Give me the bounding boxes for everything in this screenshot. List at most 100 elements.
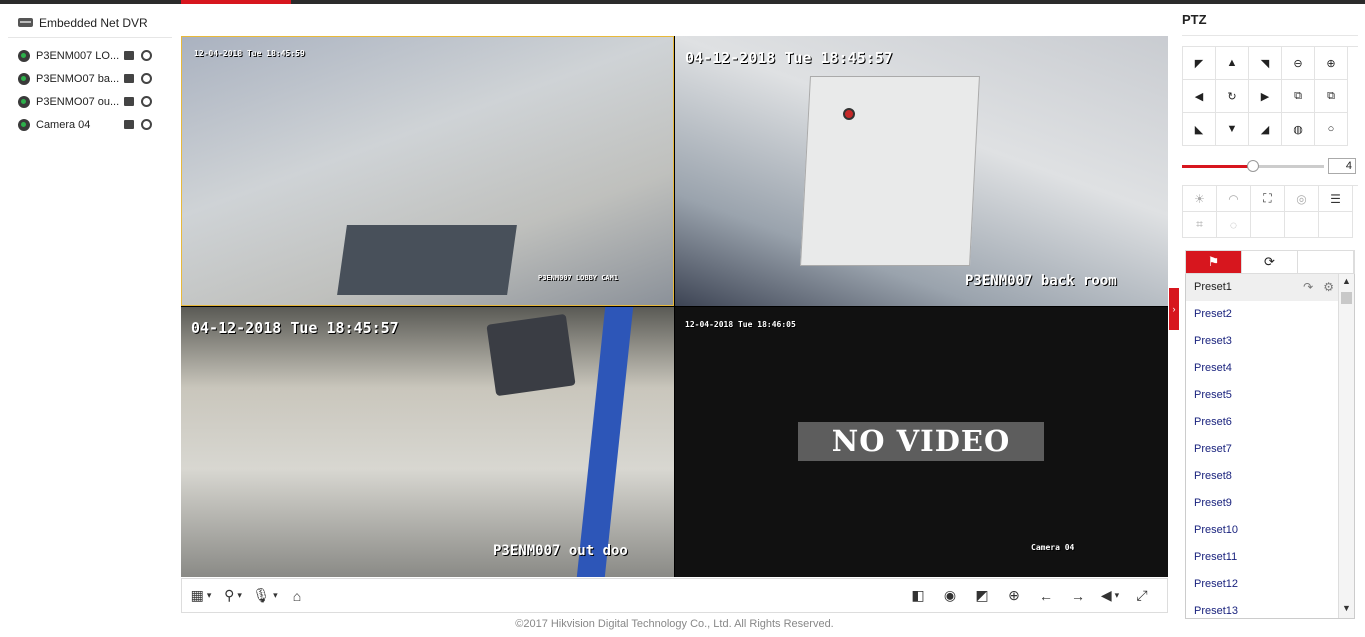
scroll-down-icon[interactable]: ▼ [1339,603,1354,617]
tab-preset[interactable]: ⚑ [1186,251,1242,273]
wiper-icon[interactable]: ◠ [1217,186,1251,212]
preset-item[interactable]: Preset10 [1186,517,1340,544]
preset-label: Preset6 [1194,416,1232,428]
wall-display-icon[interactable]: ⌂ [284,585,310,607]
tile-timestamp: 12-04-2018 Tue 18:46:05 [685,320,796,329]
pan-down-icon[interactable]: ▼ [1216,113,1249,146]
record-icon[interactable] [124,97,134,106]
preset-item[interactable]: Preset8 [1186,463,1340,490]
preset-item[interactable]: Preset13 [1186,598,1340,618]
record-icon[interactable] [124,51,134,60]
pan-up-icon[interactable]: ▲ [1216,47,1249,80]
tab-patrol[interactable]: ⟳ [1242,251,1298,273]
tile-timestamp: 04-12-2018 Tue 18:45:57 [685,49,893,67]
preset-scrollbar[interactable]: ▲ ▼ [1338,274,1354,618]
pan-up-right-icon[interactable]: ◥ [1249,47,1282,80]
preset-label: Preset12 [1194,578,1239,590]
scroll-up-icon[interactable]: ▲ [1339,276,1354,290]
ptz-direction-pad: ◤ ▲ ◥ ⊖ ⊕ ◀ ↻ ▶ ⧉ ⧉ ◣ ▼ ◢ ◍ ○ [1182,46,1358,146]
gear-icon[interactable]: ⚙ [1323,274,1334,301]
video-grid: 12-04-2018 Tue 18:45:59 P3ENM007 LOBBY C… [181,36,1168,577]
tab-pattern[interactable] [1298,251,1354,273]
pan-up-left-icon[interactable]: ◤ [1183,47,1216,80]
preset-item[interactable]: Preset12 [1186,571,1340,598]
camera-icon [18,95,30,108]
3d-positioning-icon[interactable]: ⌗ [1183,212,1217,238]
iris-open-icon[interactable]: ○ [1315,113,1348,146]
fullscreen-icon[interactable]: ⤢ [1129,585,1155,607]
previous-page-icon[interactable]: ← [1033,585,1059,607]
record-icon[interactable] [124,74,134,83]
preset-item[interactable]: Preset3 [1186,328,1340,355]
preset-label: Preset3 [1194,335,1232,347]
video-tile-4[interactable]: 12-04-2018 Tue 18:46:05 NO VIDEO Camera … [675,307,1168,577]
pan-left-icon[interactable]: ◀ [1183,80,1216,113]
speed-knob[interactable] [1247,160,1259,172]
dvr-icon [18,18,33,27]
tile-name: P3ENM007 LOBBY CAM1 [538,274,619,282]
tile-timestamp: 04-12-2018 Tue 18:45:57 [191,319,399,337]
camera-icon [18,49,30,62]
ptz-panel: PTZ ◤ ▲ ◥ ⊖ ⊕ ◀ ↻ ▶ ⧉ ⧉ ◣ ▼ ◢ ◍ ○ 4 ☀ ◠ … [1182,8,1358,619]
zoom-out-icon[interactable]: ⊖ [1282,47,1315,80]
focus-near-icon[interactable]: ⧉ [1282,80,1315,113]
scroll-thumb[interactable] [1341,292,1352,304]
preset-item[interactable]: Preset11 [1186,544,1340,571]
preset-list: Preset1 ↷ ⚙ Preset2 Preset3 Preset4 Preset5 Pre… [1185,274,1355,619]
ptz-title: PTZ [1182,8,1358,36]
speed-value[interactable]: 4 [1328,158,1356,174]
preset-item[interactable]: Preset4 [1186,355,1340,382]
zoom-in-icon[interactable]: ⊕ [1315,47,1348,80]
volume-icon[interactable]: ◀ [1097,585,1123,607]
camera-capture-icon[interactable]: ◉ [937,585,963,607]
lens-init-icon[interactable]: ◎ [1285,186,1319,212]
video-tile-2[interactable]: 04-12-2018 Tue 18:45:57 P3ENM007 back ro… [675,36,1168,306]
pan-down-left-icon[interactable]: ◣ [1183,113,1216,146]
video-tile-1[interactable]: 12-04-2018 Tue 18:45:59 P3ENM007 LOBBY C… [181,36,674,306]
preset-item[interactable]: Preset7 [1186,436,1340,463]
preset-label: Preset11 [1194,551,1238,563]
auto-pan-icon[interactable]: ↻ [1216,80,1249,113]
pan-down-right-icon[interactable]: ◢ [1249,113,1282,146]
ptz-settings-icon[interactable] [141,96,152,107]
preset-item[interactable]: Preset6 [1186,409,1340,436]
preset-item[interactable]: Preset2 [1186,301,1340,328]
next-page-icon[interactable]: → [1065,585,1091,607]
ptz-settings-icon[interactable] [141,119,152,130]
preset-item[interactable]: Preset9 [1186,490,1340,517]
camera-node-4[interactable]: Camera 04 [8,113,172,136]
camera-node-3[interactable]: P3ENMO07 ou... [8,90,172,113]
pan-right-icon[interactable]: ▶ [1249,80,1282,113]
stop-all-icon[interactable]: ◧ [905,585,931,607]
preset-item[interactable]: Preset5 [1186,382,1340,409]
refresh-icon: ⟳ [1264,254,1275,269]
preset-actions: ↷ ⚙ [1303,274,1334,301]
camera-label: P3ENMO07 ou... [36,95,120,108]
focus-far-icon[interactable]: ⧉ [1315,80,1348,113]
menu-icon[interactable]: ☰ [1319,186,1353,212]
digital-zoom-icon[interactable]: ⊕ [1001,585,1027,607]
record-icon[interactable] [124,120,134,129]
camera-node-2[interactable]: P3ENMO07 ba... [8,67,172,90]
stream-type-icon[interactable]: ⚲ [220,585,246,607]
microphone-icon[interactable]: 🎙 [252,585,278,607]
iris-close-icon[interactable]: ◍ [1282,113,1315,146]
video-tile-3[interactable]: 04-12-2018 Tue 18:45:57 P3ENM007 out doo [181,307,674,577]
dvr-node[interactable]: Embedded Net DVR [8,8,172,38]
copyright: ©2017 Hikvision Digital Technology Co., … [515,618,834,630]
manual-tracking-icon[interactable]: ◌ [1217,212,1251,238]
call-preset-icon[interactable]: ↷ [1303,274,1313,301]
ptz-speed-slider[interactable]: 4 [1182,158,1358,174]
ptz-settings-icon[interactable] [141,50,152,61]
ptz-settings-icon[interactable] [141,73,152,84]
ptz-aux-functions: ☀ ◠ ⛶ ◎ ☰ ⌗ ◌ [1182,185,1358,238]
collapse-ptz-button[interactable]: › [1169,288,1179,330]
camera-node-1[interactable]: P3ENM007 LO... [8,44,172,67]
dvr-label: Embedded Net DVR [39,15,148,30]
layout-grid-icon[interactable]: ▦ [188,585,214,607]
light-icon[interactable]: ☀ [1183,186,1217,212]
record-all-icon[interactable]: ◩ [969,585,995,607]
preset-item[interactable]: Preset1 ↷ ⚙ [1186,274,1340,301]
aux-focus-icon[interactable]: ⛶ [1251,186,1285,212]
tile-timestamp: 12-04-2018 Tue 18:45:59 [194,49,305,58]
